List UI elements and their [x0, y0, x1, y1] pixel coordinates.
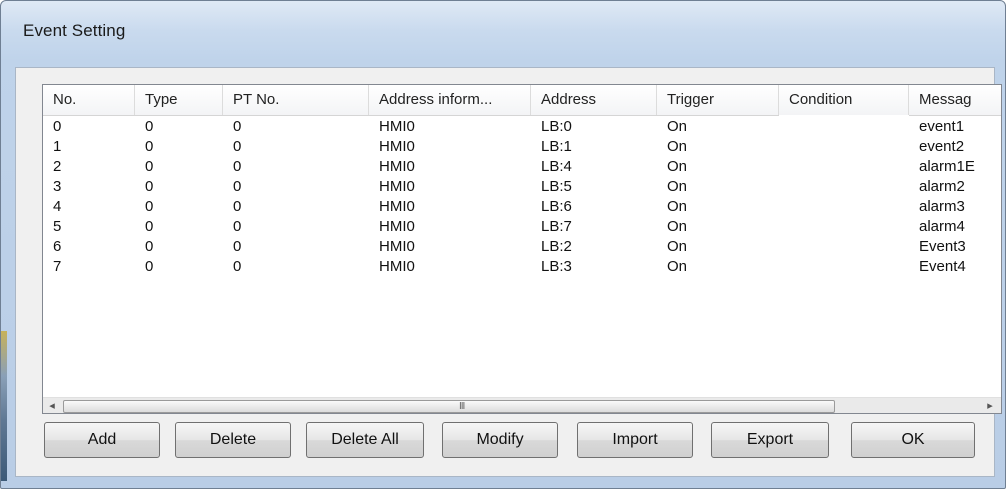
cell-address: LB:2 — [541, 238, 572, 255]
column-header-condition[interactable]: Condition — [779, 85, 909, 115]
column-header-type[interactable]: Type — [135, 85, 223, 115]
cell-trigger: On — [667, 238, 688, 255]
cell-message: alarm1E — [919, 158, 975, 175]
cell-address: LB:4 — [541, 158, 572, 175]
cell-message: alarm2 — [919, 178, 965, 195]
cell-trigger: On — [667, 258, 688, 275]
import-button[interactable]: Import — [577, 422, 693, 458]
cell-type: 0 — [145, 118, 154, 135]
cell-message: event1 — [919, 118, 965, 135]
cell-pt-no: 0 — [233, 118, 242, 135]
cell-message: Event4 — [919, 258, 966, 275]
cell-trigger: On — [667, 118, 688, 135]
scroll-right-icon[interactable]: ▸ — [981, 398, 999, 413]
cell-condition — [779, 117, 909, 137]
table-row[interactable]: 6 0 0 HMI0 LB:2 On Event3 — [43, 237, 1001, 257]
cell-trigger: On — [667, 158, 688, 175]
cell-pt-no: 0 — [233, 258, 242, 275]
cell-type: 0 — [145, 138, 154, 155]
scroll-left-icon[interactable]: ◂ — [43, 398, 61, 413]
cell-type: 0 — [145, 178, 154, 195]
cell-address-info: HMI0 — [379, 158, 415, 175]
cell-address-info: HMI0 — [379, 218, 415, 235]
cell-trigger: On — [667, 198, 688, 215]
export-button[interactable]: Export — [711, 422, 829, 458]
cell-address: LB:5 — [541, 178, 572, 195]
cell-type: 0 — [145, 198, 154, 215]
window-edge-decoration — [1, 331, 7, 481]
cell-address-info: HMI0 — [379, 138, 415, 155]
cell-message: Event3 — [919, 238, 966, 255]
cell-trigger: On — [667, 138, 688, 155]
column-header-no[interactable]: No. — [43, 85, 135, 115]
cell-pt-no: 0 — [233, 138, 242, 155]
cell-condition — [779, 137, 909, 157]
cell-condition — [779, 157, 909, 177]
column-header-address[interactable]: Address — [531, 85, 657, 115]
add-button[interactable]: Add — [44, 422, 160, 458]
delete-button[interactable]: Delete — [175, 422, 291, 458]
table-row[interactable]: 2 0 0 HMI0 LB:4 On alarm1E — [43, 157, 1001, 177]
table-row[interactable]: 3 0 0 HMI0 LB:5 On alarm2 — [43, 177, 1001, 197]
cell-type: 0 — [145, 158, 154, 175]
cell-condition — [779, 217, 909, 237]
cell-trigger: On — [667, 218, 688, 235]
cell-pt-no: 0 — [233, 218, 242, 235]
table-row[interactable]: 5 0 0 HMI0 LB:7 On alarm4 — [43, 217, 1001, 237]
cell-condition — [779, 237, 909, 257]
cell-condition — [779, 257, 909, 277]
cell-address-info: HMI0 — [379, 178, 415, 195]
event-list-view[interactable]: No. Type PT No. Address inform... Addres… — [42, 84, 1002, 414]
cell-pt-no: 0 — [233, 238, 242, 255]
column-header-trigger[interactable]: Trigger — [657, 85, 779, 115]
table-row[interactable]: 4 0 0 HMI0 LB:6 On alarm3 — [43, 197, 1001, 217]
cell-pt-no: 0 — [233, 158, 242, 175]
cell-pt-no: 0 — [233, 198, 242, 215]
cell-no: 1 — [53, 138, 62, 155]
table-row[interactable]: 0 0 0 HMI0 LB:0 On event1 — [43, 117, 1001, 137]
cell-type: 0 — [145, 258, 154, 275]
event-setting-window: Event Setting No. Type PT No. Address in… — [0, 0, 1006, 489]
cell-message: event2 — [919, 138, 965, 155]
column-header-address-info[interactable]: Address inform... — [369, 85, 531, 115]
cell-address: LB:6 — [541, 198, 572, 215]
cell-address-info: HMI0 — [379, 198, 415, 215]
cell-address-info: HMI0 — [379, 238, 415, 255]
table-row[interactable]: 7 0 0 HMI0 LB:3 On Event4 — [43, 257, 1001, 277]
delete-all-button[interactable]: Delete All — [306, 422, 424, 458]
cell-pt-no: 0 — [233, 178, 242, 195]
cell-message: alarm4 — [919, 218, 965, 235]
horizontal-scrollbar[interactable]: ◂ III ▸ — [43, 397, 1001, 413]
window-title: Event Setting — [23, 21, 126, 40]
dialog-client-area: No. Type PT No. Address inform... Addres… — [15, 67, 1002, 477]
list-header: No. Type PT No. Address inform... Addres… — [43, 85, 1001, 116]
cell-condition — [779, 177, 909, 197]
cell-message: alarm3 — [919, 198, 965, 215]
scrollbar-thumb[interactable]: III — [63, 400, 835, 413]
table-row[interactable]: 1 0 0 HMI0 LB:1 On event2 — [43, 137, 1001, 157]
column-header-message[interactable]: Messag — [909, 85, 1001, 115]
ok-button[interactable]: OK — [851, 422, 975, 458]
modify-button[interactable]: Modify — [442, 422, 558, 458]
scrollbar-grip-icon: III — [459, 401, 465, 412]
cell-no: 3 — [53, 178, 62, 195]
cell-address: LB:0 — [541, 118, 572, 135]
cell-address: LB:3 — [541, 258, 572, 275]
cell-address-info: HMI0 — [379, 258, 415, 275]
cell-condition — [779, 197, 909, 217]
cell-no: 7 — [53, 258, 62, 275]
cell-no: 4 — [53, 198, 62, 215]
cell-no: 5 — [53, 218, 62, 235]
cell-no: 6 — [53, 238, 62, 255]
cell-trigger: On — [667, 178, 688, 195]
cell-type: 0 — [145, 218, 154, 235]
cell-address: LB:1 — [541, 138, 572, 155]
cell-no: 0 — [53, 118, 62, 135]
cell-address-info: HMI0 — [379, 118, 415, 135]
column-header-pt-no[interactable]: PT No. — [223, 85, 369, 115]
cell-no: 2 — [53, 158, 62, 175]
cell-type: 0 — [145, 238, 154, 255]
cell-address: LB:7 — [541, 218, 572, 235]
